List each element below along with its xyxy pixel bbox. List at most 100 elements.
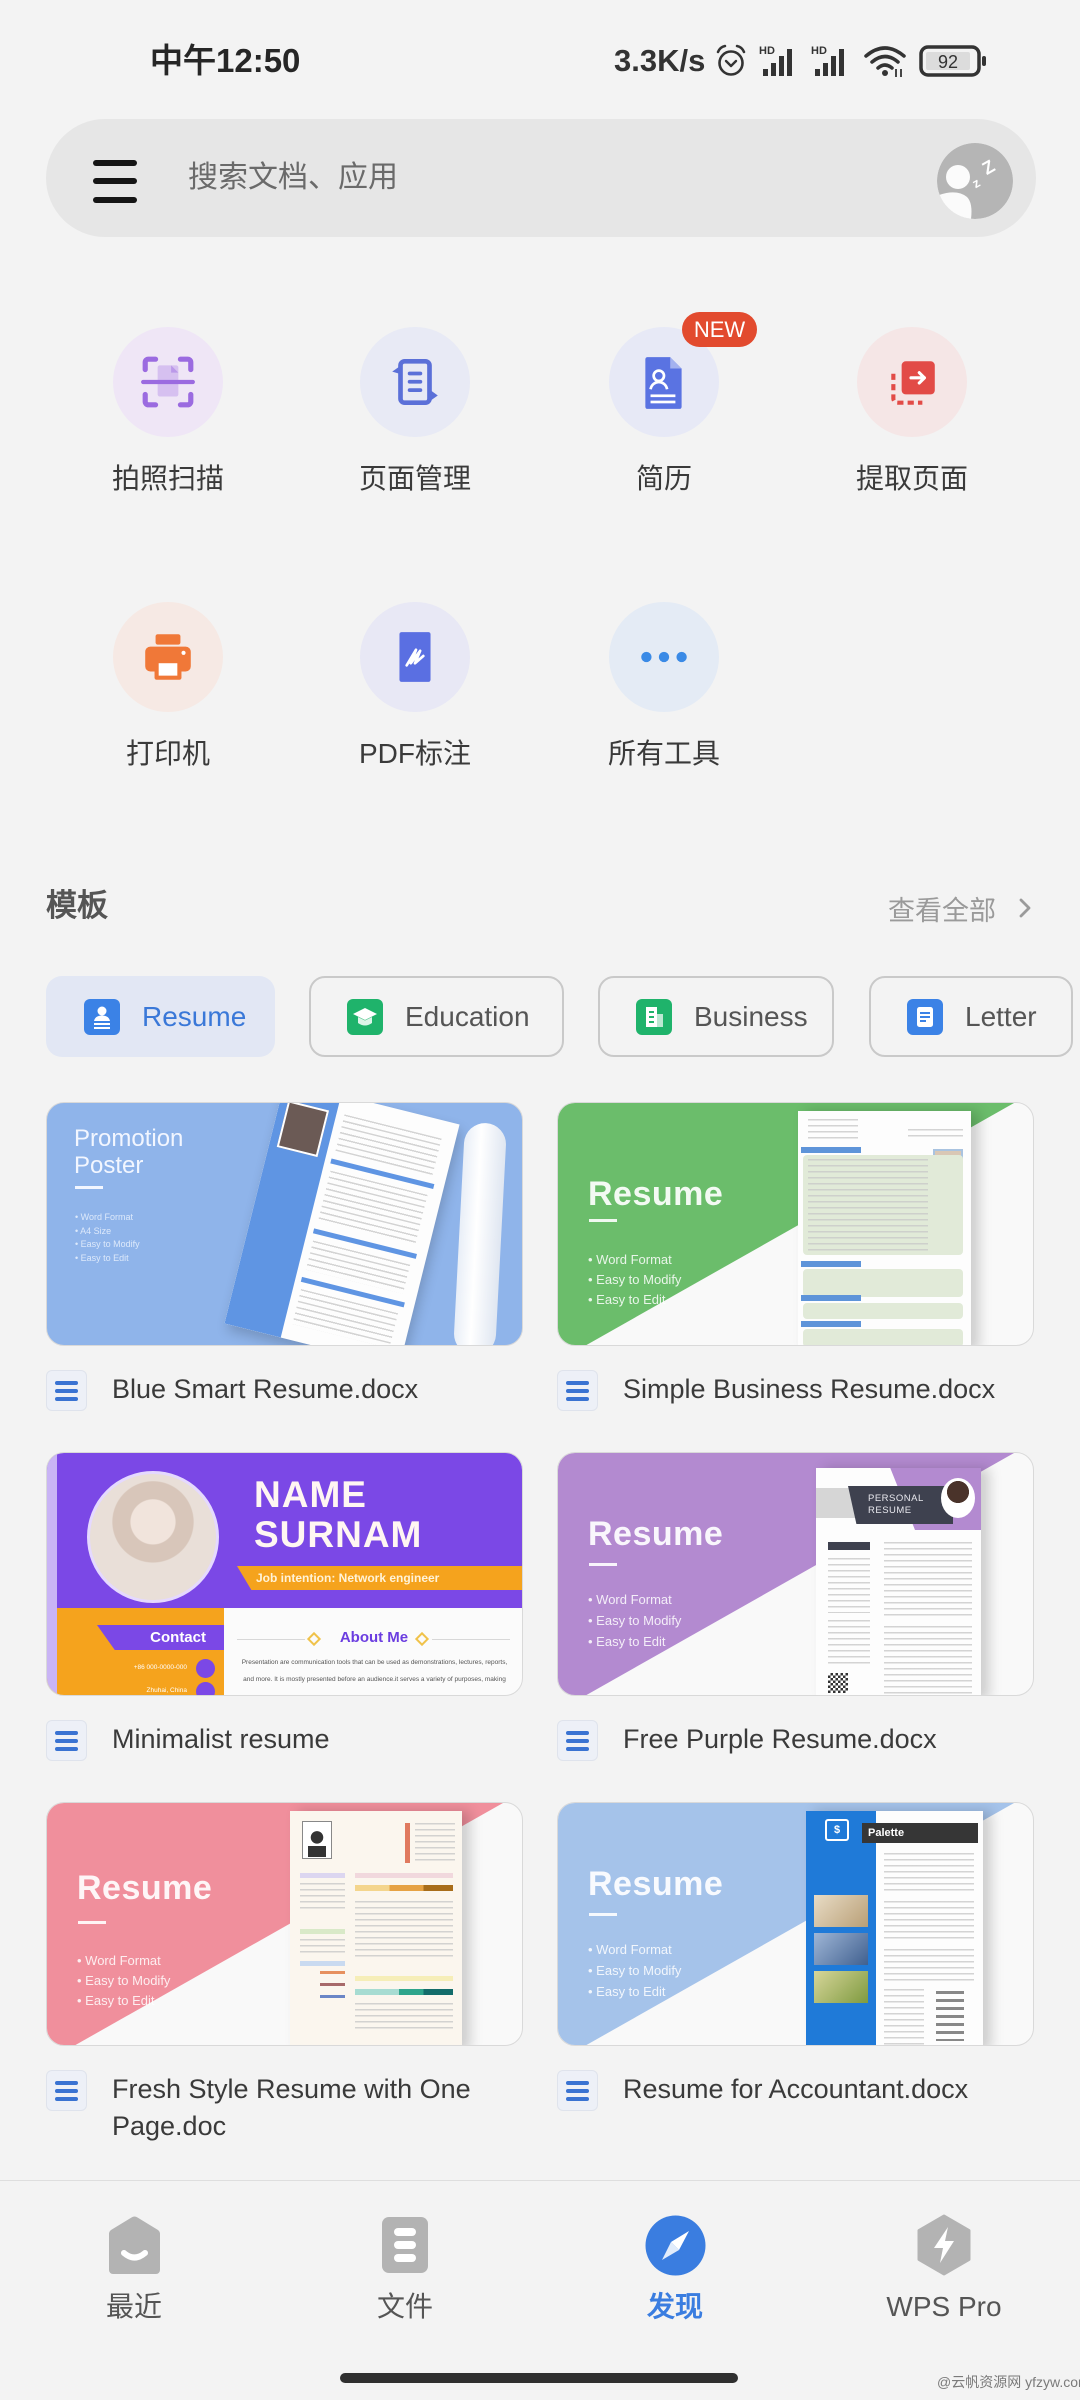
resume-category-icon [84, 998, 120, 1035]
template-card[interactable]: $ Palette Resume Word Format Easy to Mod… [557, 1802, 1034, 2132]
nav-tab-discover[interactable]: 发现 [585, 2212, 765, 2324]
nav-label: WPS Pro [886, 2291, 1002, 2322]
tool-all-tools[interactable]: 所有工具 [559, 602, 769, 771]
svg-text:92: 92 [938, 52, 958, 72]
document-icon [557, 1370, 598, 1411]
status-time: 中午12:50 [150, 42, 301, 79]
thumbnail-bullets: Word Format Easy to Modify Easy to Edit [77, 1951, 170, 2011]
new-badge: NEW [682, 312, 757, 347]
tool-icon-bg [113, 327, 223, 437]
template-card[interactable]: NAME SURNAM Job intention: Network engin… [46, 1452, 523, 1782]
thumbnail-bullets: Word Format Easy to Modify Easy to Edit [588, 1939, 681, 2002]
view-all-link[interactable]: 查看全部 [888, 888, 1032, 928]
thumbnail-bullet: Easy to Modify [588, 1610, 681, 1631]
network-speed: 3.3K/s [614, 43, 706, 78]
tool-icon-bg [609, 602, 719, 712]
recent-icon [44, 2212, 224, 2278]
template-card[interactable]: Resume Word Format Easy to Modify Easy t… [46, 1802, 523, 2141]
thumbnail-bullets: Word Format Easy to Modify Easy to Edit [588, 1250, 681, 1310]
nav-label: 文件 [376, 2291, 433, 2322]
search-input[interactable] [188, 119, 888, 237]
template-name: Free Purple Resume.docx [623, 1724, 937, 1754]
tool-label: 打印机 [125, 738, 210, 769]
hd-signal-icon: HD [759, 45, 793, 76]
template-name: Minimalist resume [112, 1724, 330, 1754]
tool-page-manage[interactable]: 页面管理 [310, 327, 520, 496]
hamburger-menu-icon[interactable] [86, 149, 144, 207]
template-card[interactable]: Promotion Poster Word Format A4 Size Eas… [46, 1102, 523, 1432]
tool-label: 所有工具 [607, 738, 720, 769]
thumbnail-bullet: Word Format [588, 1589, 681, 1610]
thumbnail-bullet: Easy to Modify [588, 1270, 681, 1290]
tool-printer[interactable]: 打印机 [63, 602, 273, 771]
template-title-row: Fresh Style Resume with One Page.doc [46, 2070, 523, 2145]
tool-icon-bg [857, 327, 967, 437]
chip-label: Business [694, 1000, 808, 1032]
thumbnail-underline [75, 1186, 103, 1189]
thumbnail-bullet: Easy to Edit [588, 1290, 681, 1310]
thumbnail-contact-label: Contact [97, 1625, 224, 1650]
template-title-row: Blue Smart Resume.docx [46, 1370, 523, 1411]
avatar[interactable]: z Z [937, 143, 1013, 219]
template-thumbnail: $ Palette Resume Word Format Easy to Mod… [557, 1802, 1034, 2046]
thumbnail-name-line: NAME [254, 1474, 367, 1515]
nav-tab-recent[interactable]: 最近 [44, 2212, 224, 2324]
thumbnail-location: Zhuhai, China [146, 1687, 187, 1694]
tool-extract-page[interactable]: 提取页面 [807, 327, 1017, 496]
tool-pdf-annotate[interactable]: PDF标注 [310, 602, 520, 771]
tool-label: PDF标注 [358, 738, 471, 769]
pdf-annotate-icon [399, 632, 431, 682]
thumbnail-paper [798, 1111, 971, 1345]
nav-label: 发现 [646, 2291, 703, 2322]
thumbnail-title: Resume [588, 1515, 724, 1553]
category-chip-resume[interactable]: Resume [46, 976, 275, 1057]
svg-text:HD: HD [811, 45, 827, 57]
tool-icon-bg [360, 327, 470, 437]
thumbnail-name: NAME SURNAM [254, 1475, 422, 1555]
sleeping-avatar-icon: z Z [937, 143, 1013, 219]
document-icon [557, 1720, 598, 1761]
category-chip-business[interactable]: Business [598, 976, 834, 1057]
tool-scan[interactable]: 拍照扫描 [63, 327, 273, 496]
template-thumbnail: Resume Word Format Easy to Modify Easy t… [46, 1802, 523, 2046]
thumbnail-bullets: Word Format A4 Size Easy to Modify Easy … [75, 1211, 140, 1265]
thumbnail-photo [87, 1471, 219, 1603]
template-card[interactable]: Resume Word Format Easy to Modify Easy t… [557, 1102, 1034, 1432]
thumbnail-paper-header: PERSONAL RESUME [848, 1486, 953, 1524]
thumbnail-title: Resume [77, 1869, 213, 1907]
search-bar: z Z [46, 119, 1036, 237]
category-chip-letter[interactable]: Letter [869, 976, 1073, 1057]
scan-icon [141, 356, 195, 408]
discover-compass-icon [585, 2212, 765, 2278]
thumbnail-paper: PERSONAL RESUME [816, 1468, 981, 1695]
thumbnail-title: Promotion Poster [74, 1125, 184, 1179]
tool-label: 页面管理 [358, 463, 471, 494]
home-indicator[interactable] [340, 2373, 738, 2383]
nav-tab-files[interactable]: 文件 [315, 2212, 495, 2324]
tool-resume[interactable]: 简历 NEW [559, 312, 769, 496]
nav-tab-wps-pro[interactable]: WPS Pro [854, 2212, 1034, 2324]
thumbnail-title: Resume [588, 1175, 724, 1213]
thumbnail-about-text: Presentation are communication tools tha… [241, 1659, 508, 1683]
thumbnail-paper: $ Palette [806, 1811, 983, 2045]
thumbnail-bullet: Easy to Edit [75, 1252, 140, 1266]
template-name: Resume for Accountant.docx [623, 2074, 969, 2104]
thumbnail-underline [589, 1563, 617, 1566]
page-manage-icon [392, 358, 438, 406]
thumbnail-paper-header: Palette [862, 1823, 978, 1843]
thumbnail-bullet: Easy to Edit [588, 1981, 681, 2002]
chip-label: Resume [142, 1000, 247, 1032]
category-chip-education[interactable]: Education [309, 976, 564, 1057]
template-title-row: Resume for Accountant.docx [557, 2070, 1034, 2111]
template-card[interactable]: PERSONAL RESUME Resume Word Format Easy … [557, 1452, 1034, 1782]
thumbnail-underline [589, 1913, 617, 1916]
battery-icon: 92 [919, 45, 987, 77]
status-icons: 3.3K/s HD HD 92 [614, 40, 989, 82]
template-title-row: Minimalist resume [46, 1720, 523, 1761]
more-dots-icon [641, 651, 687, 663]
template-title-row: Free Purple Resume.docx [557, 1720, 1034, 1761]
location-icon [196, 1682, 215, 1695]
view-all-label: 查看全部 [888, 895, 996, 926]
thumbnail-bullet: Easy to Edit [588, 1631, 681, 1652]
template-title-row: Simple Business Resume.docx [557, 1370, 1034, 1411]
